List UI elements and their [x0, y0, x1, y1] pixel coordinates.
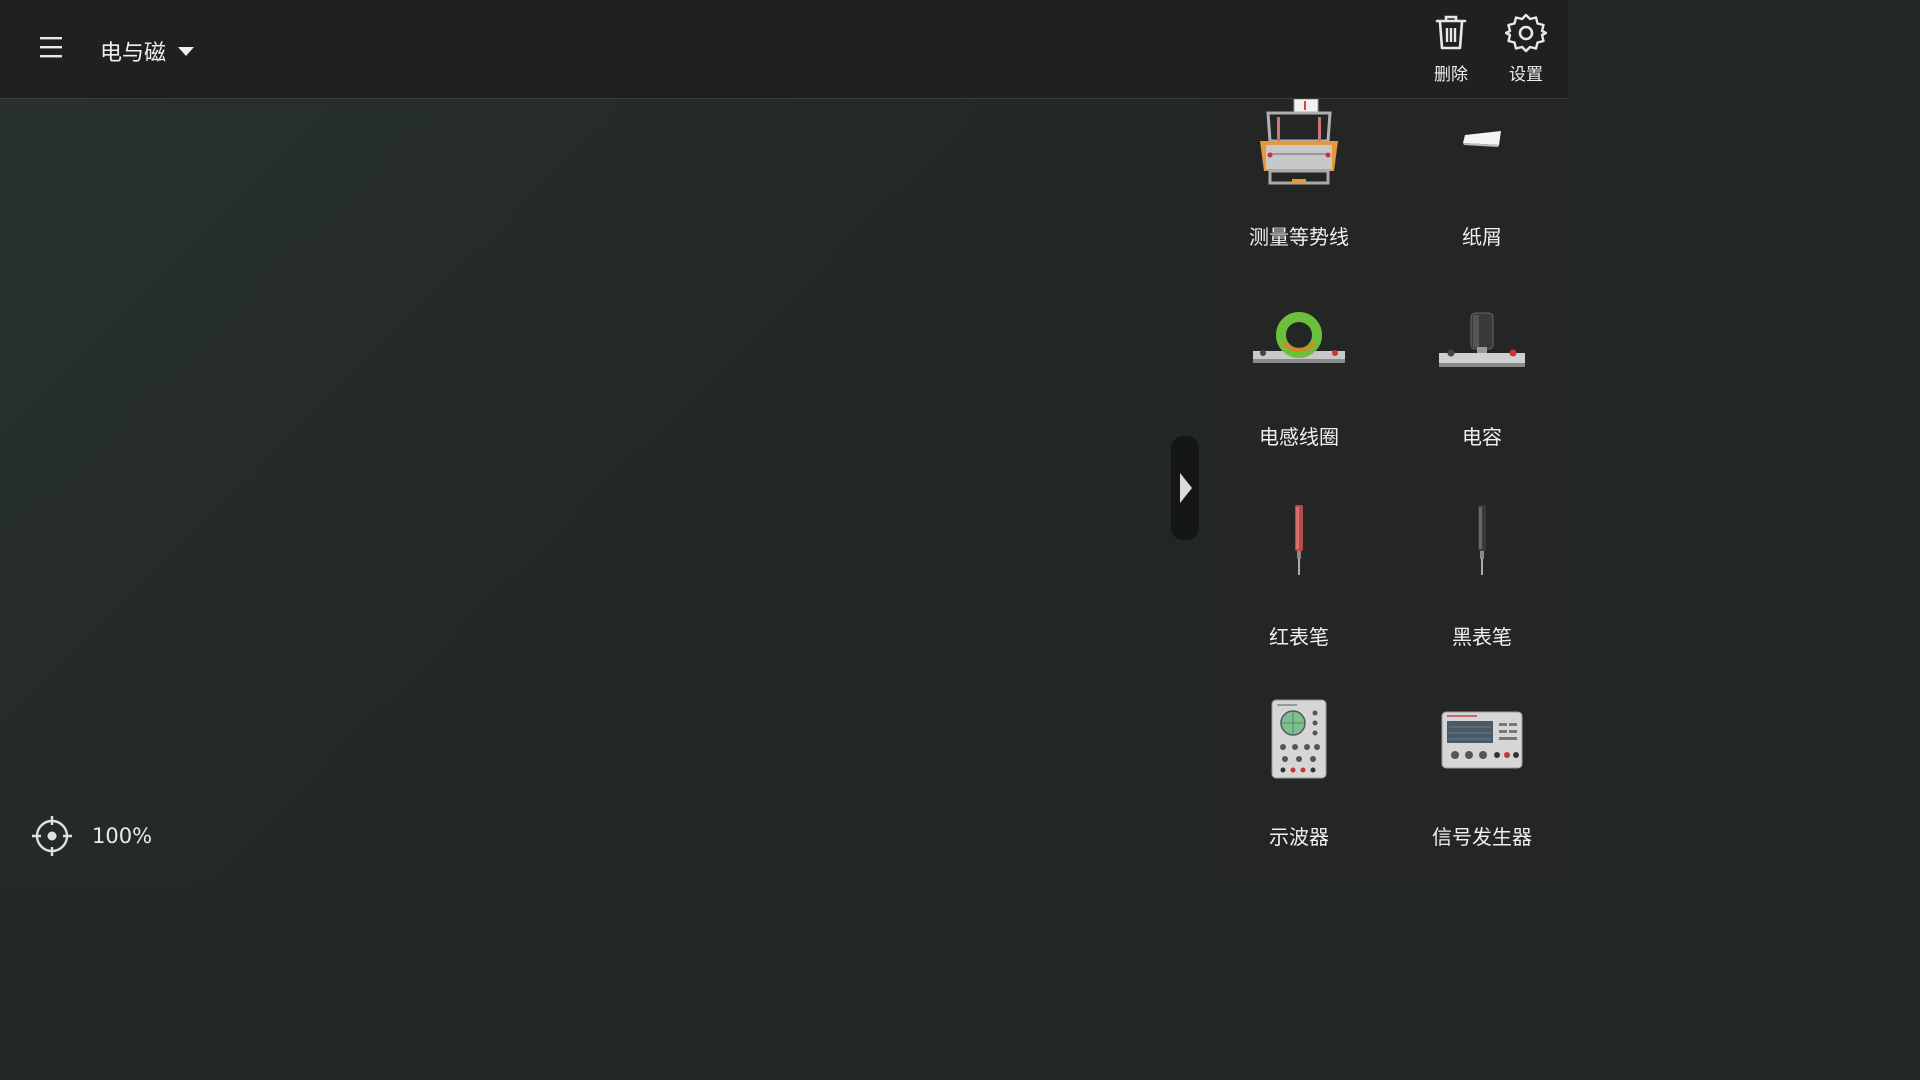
- delete-label: 删除: [1434, 65, 1468, 85]
- red-probe-icon: [1295, 505, 1303, 575]
- settings-label: 设置: [1509, 65, 1543, 85]
- equipment-label: 电容: [1462, 425, 1502, 449]
- equipment-item-red-probe[interactable]: 红表笔: [1208, 499, 1390, 699]
- equipment-label: 电感线圈: [1259, 425, 1339, 449]
- trash-icon: [1435, 15, 1467, 50]
- category-title: 电与磁: [100, 41, 167, 66]
- gear-icon: [1505, 13, 1547, 53]
- equipment-panel: 测量等势线 纸屑 电感线圈 电容 红表笔 黑表笔 示波器 信号发生器: [1203, 99, 1568, 882]
- panel-toggle-button[interactable]: [1171, 436, 1199, 540]
- paper-scrap-icon: [1463, 131, 1501, 147]
- equipment-item-oscilloscope[interactable]: 示波器: [1208, 699, 1390, 899]
- capacitor-icon: [1439, 312, 1525, 367]
- chevron-down-icon: [178, 46, 195, 56]
- hamburger-menu-icon[interactable]: [38, 34, 66, 60]
- equipment-item-signal-generator[interactable]: 信号发生器: [1391, 699, 1573, 899]
- equipment-label: 信号发生器: [1432, 825, 1532, 849]
- equipment-label: 测量等势线: [1249, 225, 1349, 249]
- equipotential-apparatus-icon: [1260, 99, 1338, 185]
- zoom-level: 100%: [92, 824, 153, 848]
- oscilloscope-icon: [1271, 699, 1327, 779]
- equipment-label: 纸屑: [1462, 225, 1502, 249]
- equipment-item-capacitor[interactable]: 电容: [1391, 299, 1573, 499]
- zoom-control: 100%: [30, 814, 152, 858]
- signal-generator-icon: [1441, 711, 1523, 769]
- equipment-item-equipotential[interactable]: 测量等势线: [1208, 99, 1390, 299]
- settings-button[interactable]: 设置: [1491, 12, 1561, 85]
- equipment-item-black-probe[interactable]: 黑表笔: [1391, 499, 1573, 699]
- black-probe-icon: [1478, 505, 1486, 575]
- equipment-item-inductor[interactable]: 电感线圈: [1208, 299, 1390, 499]
- equipment-label: 黑表笔: [1452, 625, 1512, 649]
- equipment-label: 示波器: [1269, 825, 1329, 849]
- delete-button[interactable]: 删除: [1416, 12, 1486, 85]
- inductor-coil-icon: [1253, 312, 1345, 363]
- category-dropdown[interactable]: 电与磁: [100, 36, 195, 66]
- equipment-item-paper-scraps[interactable]: 纸屑: [1391, 99, 1573, 299]
- equipment-label: 红表笔: [1269, 625, 1329, 649]
- top-bar: 电与磁 删除 设置: [0, 0, 1568, 99]
- chevron-right-icon: [1180, 473, 1192, 503]
- locate-center-icon[interactable]: [30, 814, 74, 858]
- experiment-canvas[interactable]: [0, 99, 1203, 882]
